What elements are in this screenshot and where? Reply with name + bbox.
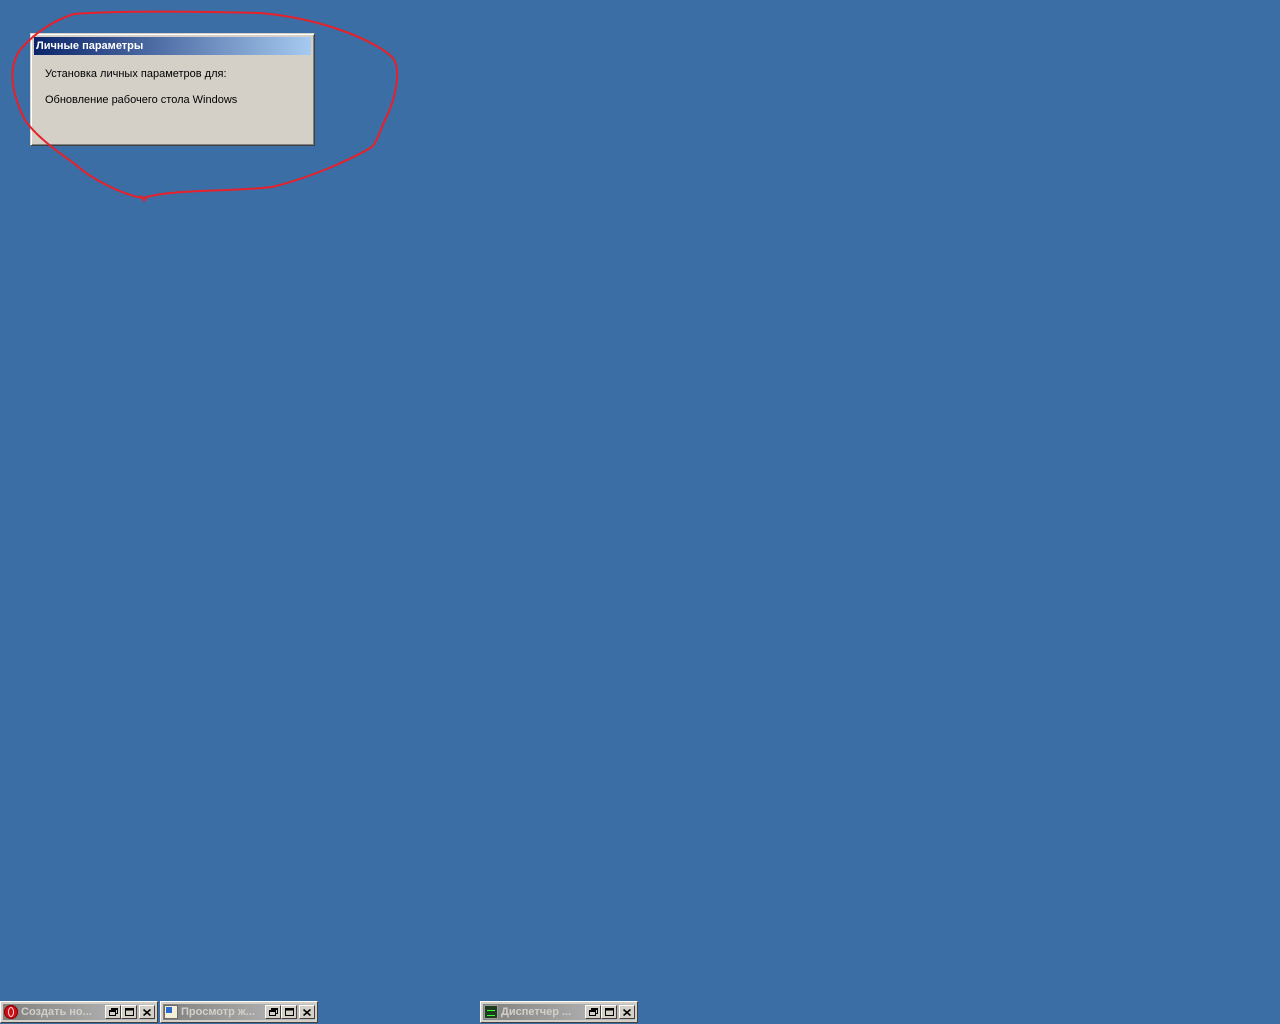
maximize-icon [284,1008,294,1016]
minimized-window-opera[interactable]: Создать но... [0,1001,158,1023]
minimized-window-title: Диспетчер ... [501,1006,572,1018]
minimized-window-title: Просмотр ж... [181,1006,255,1018]
close-icon [303,1008,311,1016]
maximize-button[interactable] [281,1005,297,1019]
minimized-window-caption[interactable]: Просмотр ж... [163,1004,315,1020]
close-icon [623,1008,631,1016]
restore-button[interactable] [105,1005,121,1019]
desktop[interactable] [0,0,1280,1024]
restore-icon [588,1008,598,1016]
task-manager-icon [484,1005,498,1019]
minimized-window-caption[interactable]: Диспетчер ... [483,1004,635,1020]
minimized-window-caption[interactable]: Создать но... [3,1004,155,1020]
restore-button[interactable] [585,1005,601,1019]
close-button[interactable] [619,1005,635,1019]
restore-icon [108,1008,118,1016]
minimized-window-task-manager[interactable]: Диспетчер ... [480,1001,638,1023]
personal-settings-dialog: Личные параметры Установка личных параме… [30,33,315,146]
dialog-status-detail: Обновление рабочего стола Windows [45,94,238,106]
close-button[interactable] [299,1005,315,1019]
maximize-button[interactable] [601,1005,617,1019]
dialog-title: Личные параметры [36,40,144,52]
dialog-titlebar[interactable]: Личные параметры [34,37,311,55]
restore-icon [268,1008,278,1016]
close-button[interactable] [139,1005,155,1019]
maximize-icon [604,1008,614,1016]
maximize-icon [124,1008,134,1016]
maximize-button[interactable] [121,1005,137,1019]
minimized-window-event-log[interactable]: Просмотр ж... [160,1001,318,1023]
minimized-window-title: Создать но... [21,1006,92,1018]
dialog-status-label: Установка личных параметров для: [45,68,227,80]
close-icon [143,1008,151,1016]
restore-button[interactable] [265,1005,281,1019]
event-log-icon [164,1005,178,1019]
opera-icon [4,1005,18,1019]
